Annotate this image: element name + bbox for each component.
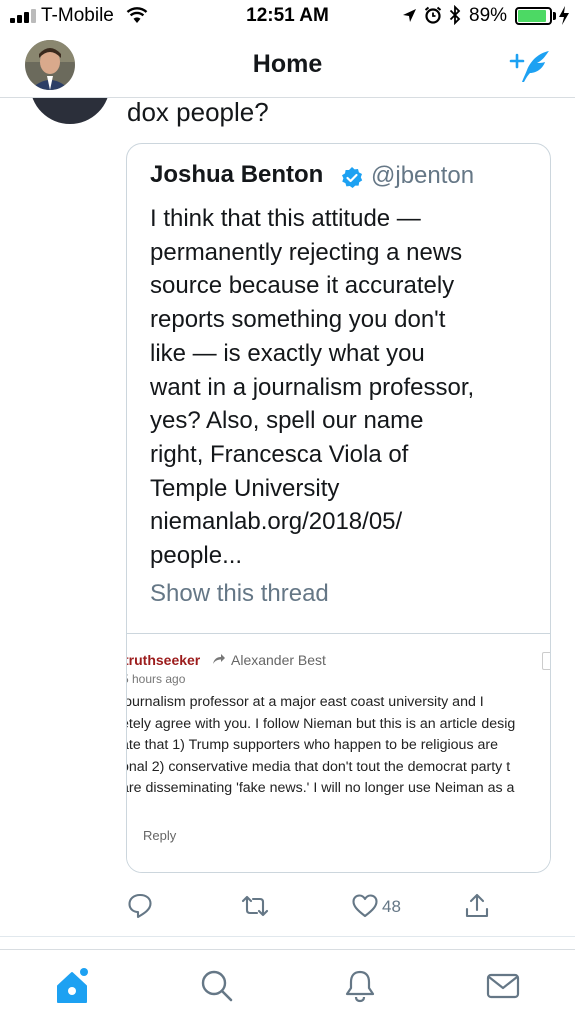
share-button[interactable] — [464, 892, 490, 922]
timeline-divider — [0, 936, 575, 948]
comment-line: . — [127, 800, 550, 822]
notifications-icon — [345, 970, 375, 1003]
like-button[interactable] — [351, 892, 379, 922]
nav-header: Home — [0, 34, 575, 98]
comment-line: onal 2) conservative media that don't to… — [127, 758, 511, 775]
quoted-comment-screenshot[interactable]: truthseeker Alexander Best 5 hours ago j… — [127, 633, 550, 872]
battery-percent: 89% — [469, 5, 508, 26]
quoted-author-handle: @jbenton — [371, 162, 475, 189]
comment-reply-target: Alexander Best — [231, 652, 326, 668]
reply-icon — [128, 893, 152, 919]
verified-badge-icon — [342, 167, 363, 188]
like-icon — [352, 894, 378, 918]
reply-arrow-icon — [213, 654, 225, 664]
retweet-button[interactable] — [240, 892, 270, 922]
comment-username: truthseeker — [127, 652, 201, 668]
comment-line: etely agree with you. I follow Nieman bu… — [127, 715, 516, 732]
bottom-tab-bar — [0, 949, 575, 1024]
comment-line: are disseminating 'fake news.' I will no… — [127, 780, 515, 796]
comment-options-box — [542, 652, 550, 670]
search-icon — [201, 970, 233, 1002]
show-thread-link[interactable]: Show this thread — [150, 580, 329, 608]
retweet-icon — [241, 895, 269, 917]
quoted-author-name: Joshua Benton — [150, 161, 324, 188]
tweet-text: dox people? — [127, 97, 269, 127]
like-count: 48 — [382, 897, 401, 916]
quoted-tweet-card[interactable]: Joshua Benton @jbenton I think that this… — [126, 143, 551, 873]
comment-line: journalism professor at a major east coa… — [127, 694, 484, 710]
comment-text: journalism professor at a major east coa… — [127, 692, 550, 821]
comment-reply-label: Reply — [143, 828, 177, 843]
comment-line: ate that 1) Trump supporters who happen … — [127, 737, 498, 753]
quoted-tweet-text: I think that this attitude — permanently… — [150, 205, 475, 570]
share-icon — [465, 893, 489, 918]
home-icon — [57, 968, 88, 1003]
charging-icon — [559, 6, 569, 25]
reply-button[interactable] — [127, 892, 153, 922]
tweet-actions: 48 — [0, 892, 575, 924]
tab-search[interactable] — [200, 968, 234, 1004]
compose-tweet-icon[interactable] — [509, 48, 553, 84]
tab-home[interactable] — [55, 968, 89, 1004]
status-bar: T-Mobile 12:51 AM 89% — [0, 0, 575, 34]
page-title: Home — [252, 50, 323, 78]
bluetooth-icon — [449, 5, 461, 25]
alarm-icon — [424, 6, 442, 24]
messages-icon — [486, 973, 520, 999]
location-icon — [403, 9, 416, 22]
tab-notifications[interactable] — [343, 968, 377, 1004]
battery-tip — [553, 12, 556, 20]
comment-timestamp: 5 hours ago — [127, 672, 186, 686]
tab-messages[interactable] — [486, 968, 520, 1004]
battery-icon — [515, 7, 552, 25]
